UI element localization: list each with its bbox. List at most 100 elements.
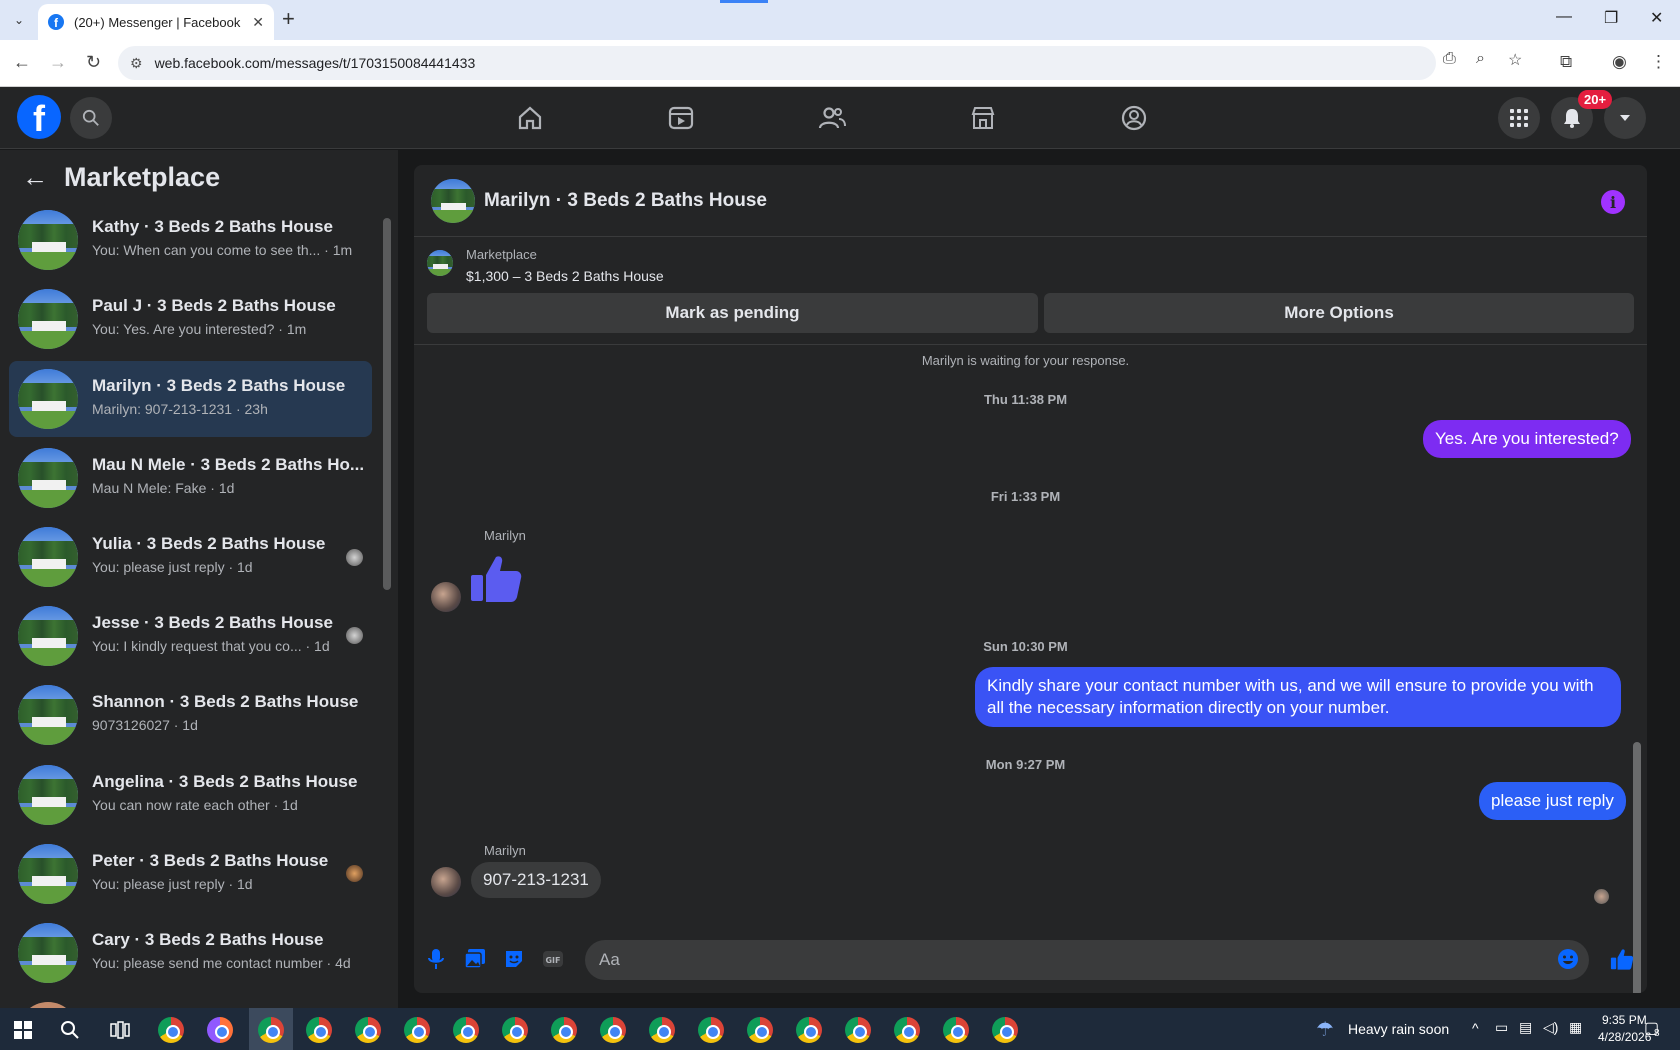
voice-clip-button[interactable] <box>423 946 449 972</box>
groups-nav-button[interactable] <box>1118 102 1150 134</box>
facebook-logo-icon[interactable]: f <box>17 95 61 139</box>
taskbar-chrome-app[interactable] <box>943 1017 969 1043</box>
notification-count: 8 <box>1654 1028 1660 1039</box>
taskbar-chrome-app[interactable] <box>649 1017 675 1043</box>
video-icon <box>668 106 694 130</box>
friends-nav-button[interactable] <box>816 102 848 134</box>
incoming-message[interactable]: 907-213-1231 <box>471 862 601 898</box>
taskbar-chrome-app[interactable] <box>698 1017 724 1043</box>
facebook-top-nav: f <box>0 87 1680 149</box>
weather-text[interactable]: Heavy rain soon <box>1348 1021 1449 1037</box>
outgoing-message[interactable]: Yes. Are you interested? <box>1423 420 1631 458</box>
site-info-icon[interactable]: ⚙ <box>130 55 143 72</box>
profile-icon[interactable]: ◉ <box>1612 52 1627 72</box>
listing-avatar <box>18 685 78 745</box>
restore-icon[interactable]: ❐ <box>1604 8 1618 28</box>
sender-avatar[interactable] <box>431 867 461 897</box>
taskbar-firefox-app[interactable] <box>207 1017 233 1043</box>
conversation-item[interactable]: Mau N Mele · 3 Beds 2 Baths Ho... Mau N … <box>9 440 372 516</box>
taskbar-chrome-app[interactable] <box>992 1017 1018 1043</box>
address-bar[interactable]: ⚙ web.facebook.com/messages/t/1703150084… <box>118 46 1436 80</box>
video-nav-button[interactable] <box>665 102 697 134</box>
conversation-item[interactable]: Paul J · 3 Beds 2 Baths House You: Yes. … <box>9 281 372 357</box>
attach-photo-button[interactable] <box>462 946 488 972</box>
home-nav-button[interactable] <box>514 102 546 134</box>
taskbar-chrome-app[interactable] <box>453 1017 479 1043</box>
task-view-icon[interactable] <box>110 1020 130 1040</box>
taskbar-chrome-app[interactable] <box>747 1017 773 1043</box>
outgoing-message[interactable]: Kindly share your contact number with us… <box>975 667 1621 727</box>
conversation-preview: You: please just reply · 1d <box>92 559 253 575</box>
conversation-item[interactable]: Kathy · 3 Beds 2 Baths House You: When c… <box>9 202 372 278</box>
sticker-button[interactable] <box>501 946 527 972</box>
taskbar-chrome-app[interactable] <box>158 1017 184 1043</box>
conversation-preview: You: please just reply · 1d <box>92 876 253 892</box>
back-arrow-icon[interactable]: ← <box>22 162 48 193</box>
volume-icon[interactable]: ◁) <box>1543 1019 1558 1036</box>
taskbar-chrome-app[interactable] <box>502 1017 528 1043</box>
extensions-icon[interactable]: ⧉ <box>1560 52 1572 72</box>
conversation-item[interactable]: Yulia · 3 Beds 2 Baths House You: please… <box>9 519 372 595</box>
reload-icon[interactable]: ↻ <box>86 52 101 73</box>
bookmark-star-icon[interactable]: ☆ <box>1508 50 1522 70</box>
install-app-icon[interactable]: ⎙ <box>1443 50 1456 68</box>
sender-avatar[interactable] <box>431 582 461 612</box>
new-tab-icon[interactable]: + <box>282 8 295 30</box>
timestamp: Fri 1:33 PM <box>990 489 1061 504</box>
mark-as-pending-button[interactable]: Mark as pending <box>427 293 1038 333</box>
close-window-icon[interactable]: ✕ <box>1650 8 1663 28</box>
taskbar-chrome-app[interactable] <box>894 1017 920 1043</box>
tab-close-icon[interactable]: ✕ <box>252 14 264 31</box>
listing-avatar <box>18 448 78 508</box>
conversation-item[interactable]: Cary · 3 Beds 2 Baths House You: please … <box>9 915 372 991</box>
tray-device-icon[interactable]: ▭ <box>1495 1019 1508 1036</box>
tray-chevron-icon[interactable]: ^ <box>1472 1020 1479 1036</box>
conversation-item[interactable]: Shannon · 3 Beds 2 Baths House 907312602… <box>9 677 372 753</box>
conversation-item-active[interactable]: Marilyn · 3 Beds 2 Baths House Marilyn: … <box>9 361 372 437</box>
listing-price-title[interactable]: $1,300 – 3 Beds 2 Baths House <box>466 268 664 284</box>
back-icon[interactable]: ← <box>13 52 31 73</box>
info-icon[interactable]: i <box>1601 190 1625 214</box>
weather-rain-icon[interactable]: ☂ <box>1316 1017 1334 1042</box>
taskbar-chrome-app[interactable] <box>258 1017 284 1043</box>
network-icon[interactable]: ▤ <box>1519 1019 1532 1036</box>
taskbar-chrome-app[interactable] <box>404 1017 430 1043</box>
gif-icon: GIF <box>543 951 563 967</box>
caret-down-icon <box>1620 115 1630 121</box>
tab-search-dropdown-icon[interactable]: ⌄ <box>8 9 30 31</box>
conversation-item[interactable]: Jesse · 3 Beds 2 Baths House You: I kind… <box>9 598 372 674</box>
grid-menu-icon <box>1510 109 1528 127</box>
taskbar-chrome-app[interactable] <box>551 1017 577 1043</box>
menu-grid-button[interactable] <box>1498 97 1540 139</box>
conversation-item[interactable]: Peter · 3 Beds 2 Baths House You: please… <box>9 836 372 912</box>
keyboard-icon[interactable]: ▦ <box>1569 1019 1582 1036</box>
marketplace-label: Marketplace <box>466 247 537 262</box>
minimize-icon[interactable]: — <box>1556 8 1572 26</box>
sidebar-scrollbar-thumb[interactable] <box>383 218 391 590</box>
search-button[interactable] <box>70 97 112 139</box>
chat-title[interactable]: Marilyn · 3 Beds 2 Baths House <box>484 190 767 212</box>
chat-panel: Marilyn · 3 Beds 2 Baths House i Marketp… <box>414 165 1647 993</box>
zoom-icon[interactable]: ⌕ <box>1476 50 1485 68</box>
windows-start-icon[interactable] <box>14 1021 32 1039</box>
forward-icon[interactable]: → <box>49 52 67 73</box>
taskbar-chrome-app[interactable] <box>845 1017 871 1043</box>
browser-tab-messenger[interactable]: f (20+) Messenger | Facebook ✕ <box>38 4 274 40</box>
browser-menu-icon[interactable]: ⋮ <box>1650 52 1667 72</box>
message-input[interactable] <box>585 940 1589 980</box>
taskbar-chrome-app[interactable] <box>355 1017 381 1043</box>
clock-time[interactable]: 9:35 PM <box>1602 1013 1647 1027</box>
conversation-item[interactable]: Angelina · 3 Beds 2 Baths House You can … <box>9 757 372 833</box>
emoji-button[interactable] <box>1555 946 1581 972</box>
marketplace-nav-button[interactable] <box>967 102 999 134</box>
taskbar-chrome-app[interactable] <box>306 1017 332 1043</box>
chat-avatar[interactable] <box>431 179 475 223</box>
gif-button[interactable]: GIF <box>540 946 566 972</box>
send-like-button[interactable] <box>1609 946 1635 972</box>
taskbar-chrome-app[interactable] <box>600 1017 626 1043</box>
more-options-button[interactable]: More Options <box>1044 293 1634 333</box>
thumbs-up-icon[interactable] <box>469 551 523 605</box>
outgoing-message[interactable]: please just reply <box>1479 782 1626 820</box>
taskbar-chrome-app[interactable] <box>796 1017 822 1043</box>
taskbar-search-icon[interactable] <box>60 1020 80 1040</box>
